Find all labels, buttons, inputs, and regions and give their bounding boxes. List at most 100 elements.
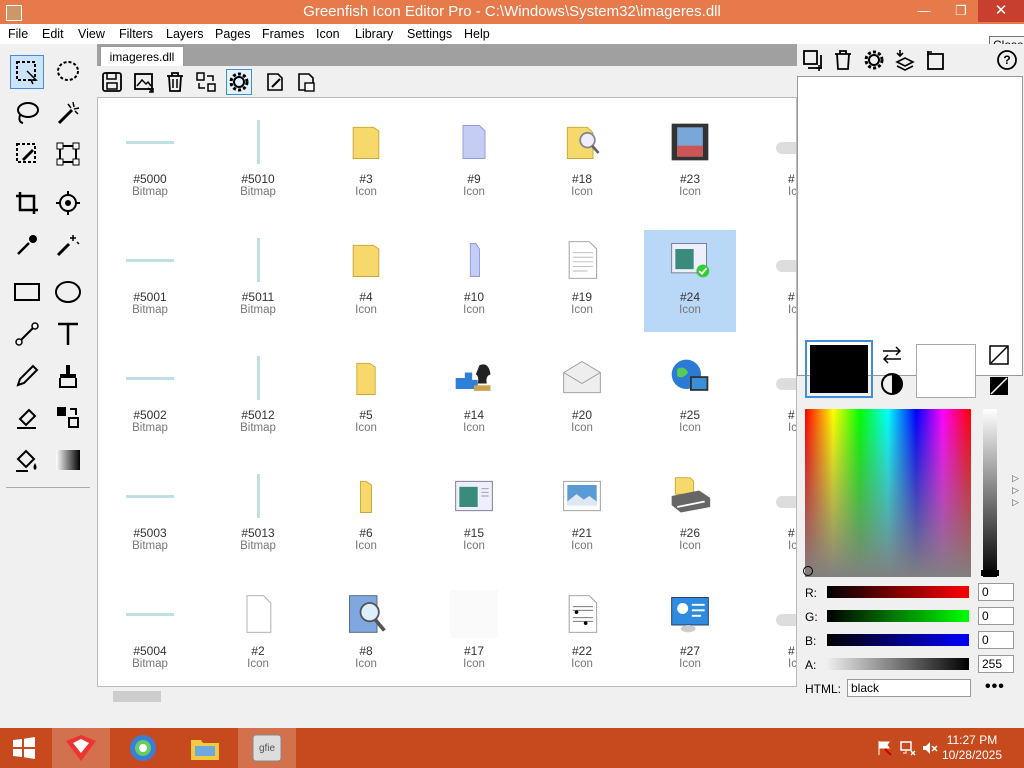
maximize-button[interactable]: ❐ xyxy=(943,0,979,22)
settings-gear-icon[interactable] xyxy=(226,69,252,95)
grid-item[interactable]: #8 Icon xyxy=(320,584,412,686)
menu-settings[interactable]: Settings xyxy=(407,24,452,41)
page-size-icon[interactable] xyxy=(923,47,949,73)
menu-frames[interactable]: Frames xyxy=(262,24,304,41)
magic-wand-tool[interactable] xyxy=(51,96,85,130)
menu-file[interactable]: File xyxy=(8,24,28,41)
grid-item[interactable]: #2 Icon xyxy=(212,584,304,686)
taskbar-greenfish-icon[interactable]: gfie xyxy=(238,728,296,768)
alpha-value[interactable]: 255 xyxy=(978,655,1014,673)
transform-tool[interactable] xyxy=(51,137,85,171)
grid-item[interactable]: #4 Icon xyxy=(320,230,412,332)
green-slider[interactable] xyxy=(827,610,969,622)
fill-tool[interactable] xyxy=(10,443,44,477)
grid-item[interactable]: #27 Icon xyxy=(644,584,736,686)
taskbar-clock[interactable]: 11:27 PM 10/28/2025 xyxy=(942,733,1002,763)
spectrum-cursor[interactable] xyxy=(803,566,813,576)
menu-edit[interactable]: Edit xyxy=(42,24,64,41)
menu-layers[interactable]: Layers xyxy=(166,24,204,41)
save-icon[interactable] xyxy=(99,69,125,95)
line-tool[interactable] xyxy=(10,317,44,351)
red-value[interactable]: 0 xyxy=(978,583,1014,601)
taskbar-browser-icon[interactable] xyxy=(114,728,172,768)
green-value[interactable]: 0 xyxy=(978,607,1014,625)
grid-item[interactable]: #20 Icon xyxy=(536,348,628,450)
html-color-input[interactable]: black xyxy=(847,679,971,697)
scroll-arrows[interactable]: ▷ ▷ ▷ xyxy=(1012,472,1019,508)
save-page-icon[interactable] xyxy=(293,69,319,95)
action-center-flag-icon[interactable] xyxy=(876,740,892,756)
gradient-tool[interactable] xyxy=(51,443,85,477)
grid-item[interactable]: #17 Icon xyxy=(428,584,520,686)
grid-item[interactable]: #19 Icon xyxy=(536,230,628,332)
taskbar-app-1-icon[interactable] xyxy=(52,728,110,768)
text-tool[interactable] xyxy=(51,317,85,351)
inverted-color-icon[interactable] xyxy=(989,376,1009,396)
secondary-color-swatch[interactable] xyxy=(916,344,976,398)
volume-muted-icon[interactable] xyxy=(922,740,938,756)
grid-item[interactable]: #5000 Bitmap xyxy=(104,112,196,214)
target-tool[interactable] xyxy=(51,186,85,220)
lasso-tool[interactable] xyxy=(10,96,44,130)
grid-item[interactable]: #5011 Bitmap xyxy=(212,230,304,332)
select-edit-tool[interactable] xyxy=(10,137,44,171)
new-page-icon[interactable] xyxy=(800,47,826,73)
grid-item[interactable]: #10 Icon xyxy=(428,230,520,332)
delete-page-icon[interactable] xyxy=(830,47,856,73)
menu-view[interactable]: View xyxy=(78,24,105,41)
grid-item[interactable]: #5 Icon xyxy=(320,348,412,450)
rect-select-tool[interactable] xyxy=(10,55,44,89)
help-icon[interactable]: ? xyxy=(994,47,1020,73)
grid-item[interactable]: #22 Icon xyxy=(536,584,628,686)
grid-item[interactable]: #15 Icon xyxy=(428,466,520,568)
ellipse-tool[interactable] xyxy=(51,275,85,309)
start-windows-icon[interactable] xyxy=(0,728,48,768)
transparent-color-icon[interactable] xyxy=(989,345,1009,365)
grid-item-partial[interactable]: # Ic xyxy=(770,466,796,568)
pencil-tool[interactable] xyxy=(10,359,44,393)
luminance-bar[interactable] xyxy=(983,409,997,577)
rectangle-tool[interactable] xyxy=(10,275,44,309)
layers-down-icon[interactable] xyxy=(892,47,918,73)
grid-item[interactable]: #23 Icon xyxy=(644,112,736,214)
grid-item[interactable]: #18 Icon xyxy=(536,112,628,214)
grid-item-partial[interactable]: # Ic xyxy=(770,348,796,450)
grid-item[interactable]: #6 Icon xyxy=(320,466,412,568)
grid-item-partial[interactable]: # Ic xyxy=(770,230,796,332)
grid-item[interactable]: #14 Icon xyxy=(428,348,520,450)
grid-item[interactable]: #5004 Bitmap xyxy=(104,584,196,686)
grid-item[interactable]: #26 Icon xyxy=(644,466,736,568)
grid-item-partial[interactable]: # Ic xyxy=(770,584,796,686)
scrollbar-thumb[interactable] xyxy=(113,691,161,702)
document-tab[interactable]: imageres.dll xyxy=(100,46,184,67)
menu-library[interactable]: Library xyxy=(355,24,393,41)
edit-page-icon[interactable] xyxy=(262,69,288,95)
grid-item[interactable]: #25 Icon xyxy=(644,348,736,450)
network-icon[interactable] xyxy=(900,740,916,756)
smart-brush-tool[interactable] xyxy=(51,228,85,262)
grid-item[interactable]: #5003 Bitmap xyxy=(104,466,196,568)
menu-icon[interactable]: Icon xyxy=(316,24,340,41)
alpha-slider[interactable] xyxy=(827,658,969,670)
grid-item[interactable]: #5012 Bitmap xyxy=(212,348,304,450)
horizontal-scrollbar[interactable] xyxy=(97,688,797,705)
red-slider[interactable] xyxy=(827,586,969,598)
grid-item[interactable]: #5013 Bitmap xyxy=(212,466,304,568)
menu-help[interactable]: Help xyxy=(464,24,490,41)
grid-item[interactable]: #5002 Bitmap xyxy=(104,348,196,450)
color-spectrum[interactable] xyxy=(805,409,971,577)
export-image-icon[interactable] xyxy=(131,69,157,95)
swap-icon[interactable] xyxy=(193,69,219,95)
delete-icon[interactable] xyxy=(162,69,188,95)
grid-item[interactable]: #9 Icon xyxy=(428,112,520,214)
color-replace-tool[interactable] xyxy=(51,400,85,434)
menu-filters[interactable]: Filters xyxy=(119,24,153,41)
crop-tool[interactable] xyxy=(10,186,44,220)
blue-slider[interactable] xyxy=(827,634,969,646)
eyedropper-tool[interactable] xyxy=(10,228,44,262)
brush-tool[interactable] xyxy=(51,359,85,393)
more-options-icon[interactable]: ••• xyxy=(985,678,1005,696)
contrast-icon[interactable] xyxy=(880,372,904,396)
close-button[interactable]: ✕ xyxy=(978,0,1024,22)
page-settings-gear-icon[interactable] xyxy=(861,47,887,73)
